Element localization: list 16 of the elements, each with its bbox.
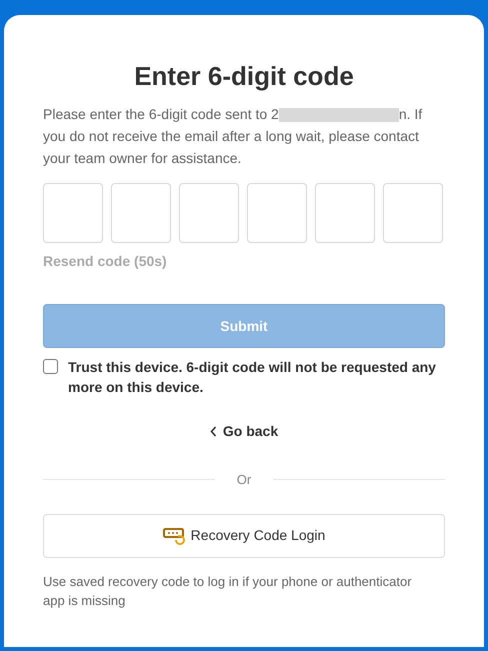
chevron-left-icon [210, 426, 217, 437]
key-code-icon [162, 526, 185, 544]
go-back-link[interactable]: Go back [210, 421, 278, 442]
code-digit-field[interactable] [383, 183, 443, 243]
code-digit-field[interactable] [315, 183, 375, 243]
code-digit-field[interactable] [247, 183, 307, 243]
description-text: Please enter the 6-digit code sent to 2 n. If you do not receive the email after a long wait, please contact your team owner for assistance. [43, 105, 424, 168]
recovery-hint-text: Use saved recovery code to log in if your phone or authenticator app is missing [43, 572, 413, 610]
code-digit-field[interactable] [179, 183, 239, 243]
recovery-code-login-button[interactable]: Recovery Code Login [43, 514, 445, 558]
code-digit-field[interactable] [111, 183, 171, 243]
or-divider-label: Or [236, 471, 252, 489]
trust-device-checkbox[interactable] [43, 359, 58, 374]
trust-device-label: Trust this device. 6-digit code will not be requested any more on this device. [68, 358, 437, 397]
code-digit-field[interactable] [43, 183, 103, 243]
page-title: Enter 6-digit code [133, 61, 355, 91]
